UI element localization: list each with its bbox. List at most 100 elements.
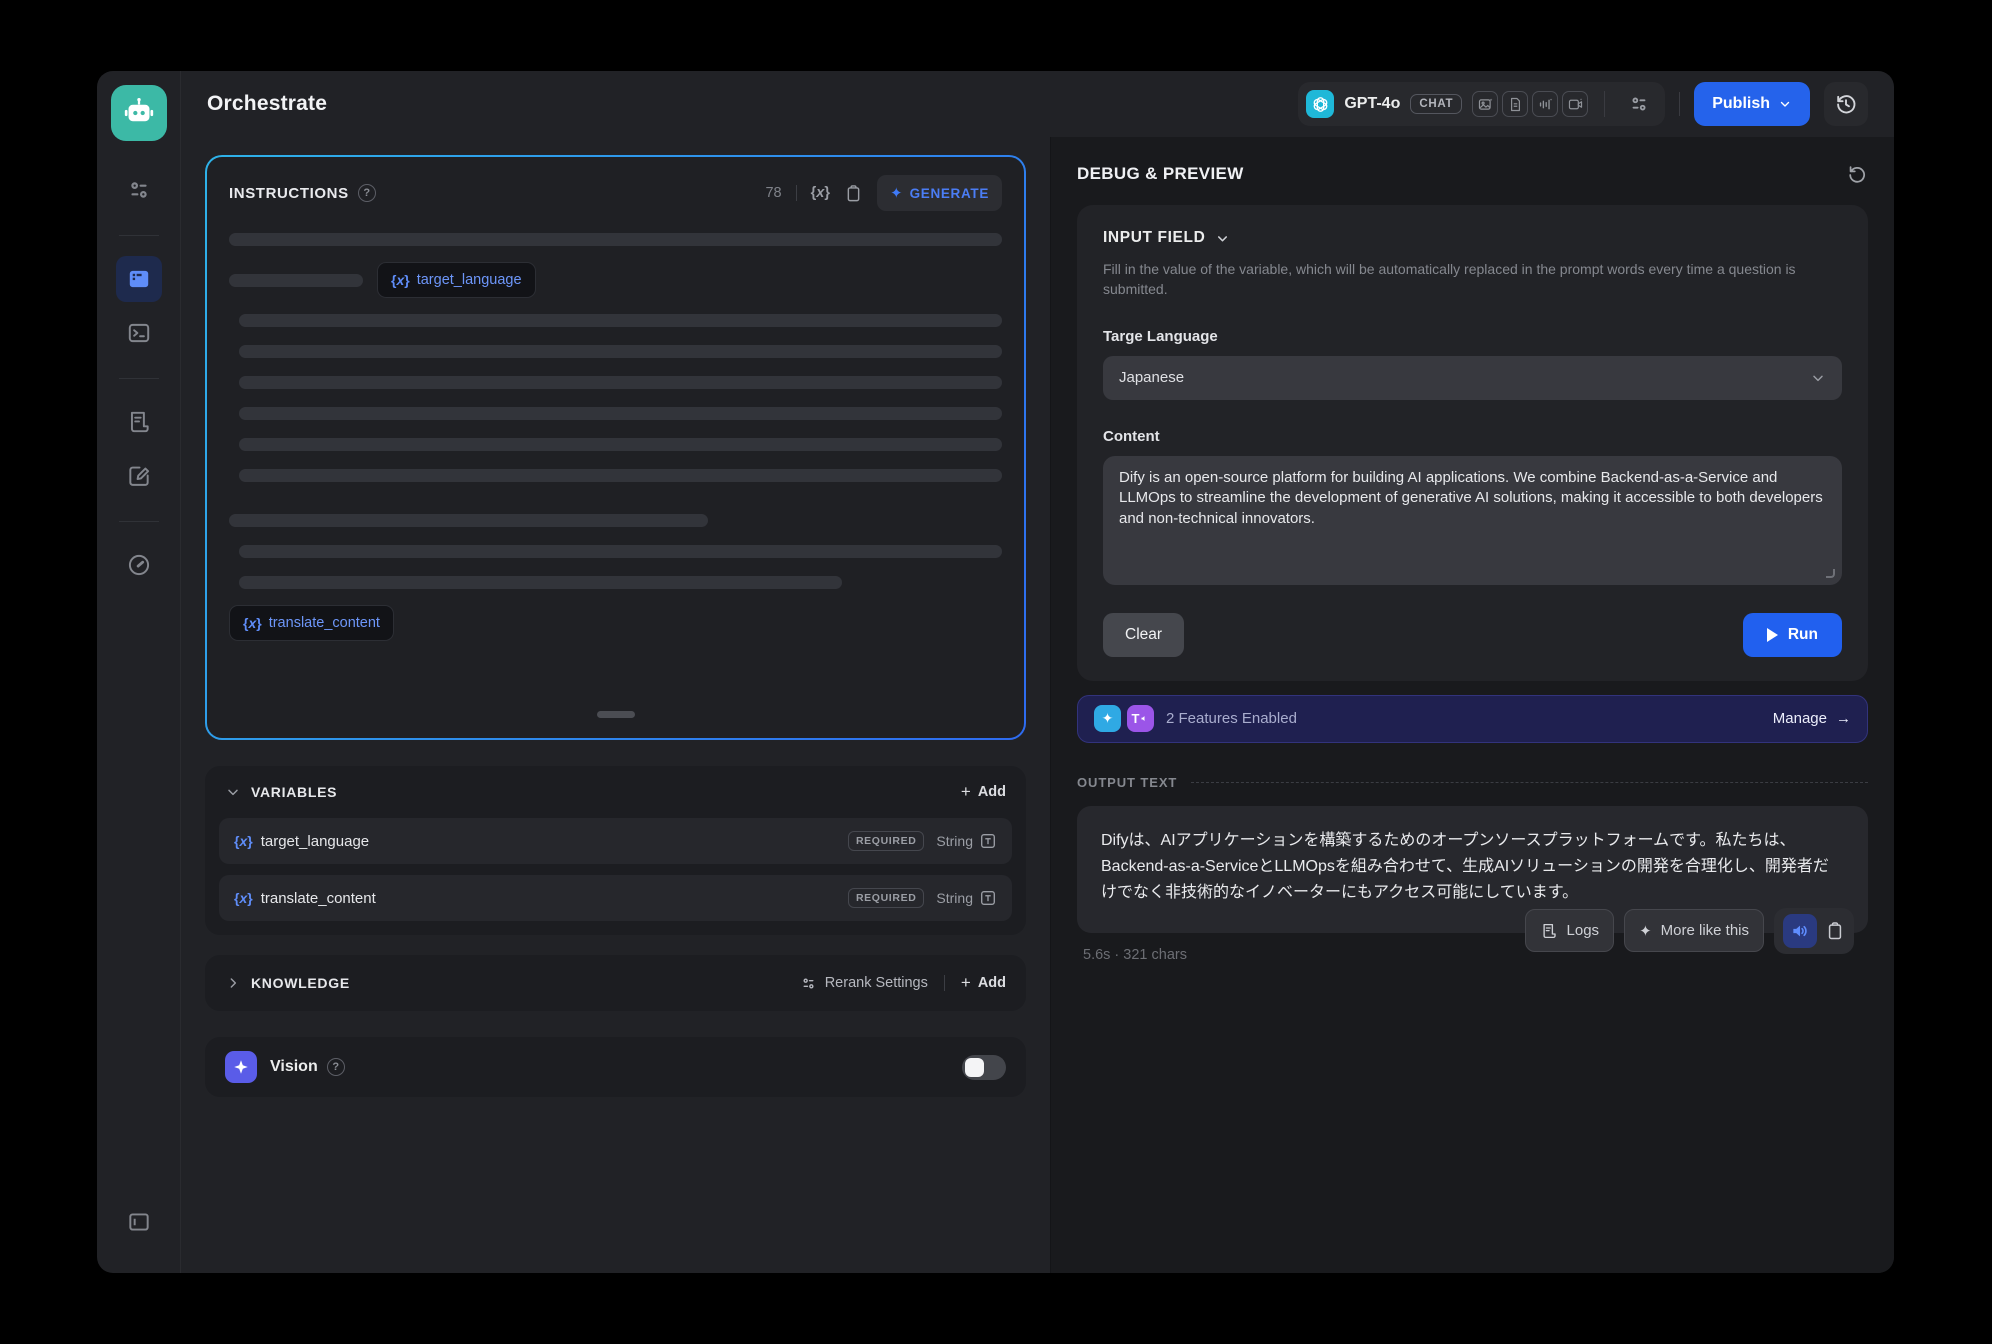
required-badge: REQUIRED bbox=[848, 888, 924, 908]
target-language-label: Targe Language bbox=[1103, 328, 1842, 345]
add-knowledge-button[interactable]: + Add bbox=[961, 973, 1006, 993]
variable-type: String bbox=[936, 833, 973, 849]
sidebar-item-orchestrate[interactable] bbox=[116, 256, 162, 302]
sidebar-item-monitoring[interactable] bbox=[116, 542, 162, 588]
history-button[interactable] bbox=[1824, 82, 1868, 126]
target-language-select[interactable]: Japanese bbox=[1103, 356, 1842, 400]
variable-row-target-language[interactable]: {x} target_language REQUIRED String bbox=[219, 818, 1012, 864]
more-like-this-button[interactable]: ✦ More like this bbox=[1624, 909, 1764, 952]
char-count: 78 bbox=[765, 185, 781, 201]
add-variable-button[interactable]: + Add bbox=[961, 782, 1006, 802]
logs-label: Logs bbox=[1567, 922, 1600, 939]
sidebar-collapse-button[interactable] bbox=[116, 1199, 162, 1245]
debug-pane: DEBUG & PREVIEW INPUT FIELD bbox=[1050, 137, 1894, 1273]
arrow-right-icon: → bbox=[1836, 710, 1851, 727]
manage-features-button[interactable]: Manage → bbox=[1773, 710, 1851, 727]
skeleton-line bbox=[239, 545, 1002, 558]
model-selector[interactable]: GPT-4o CHAT bbox=[1298, 82, 1665, 126]
output-text: Difyは、AIアプリケーションを構築するためのオープンソースプラットフォームで… bbox=[1101, 828, 1844, 907]
sliders-icon bbox=[126, 177, 152, 203]
sidebar-divider bbox=[119, 521, 159, 522]
clear-button[interactable]: Clear bbox=[1103, 613, 1184, 657]
openai-logo bbox=[1306, 90, 1334, 118]
sliders-icon bbox=[800, 975, 817, 992]
input-field-header[interactable]: INPUT FIELD bbox=[1103, 229, 1842, 247]
input-field-title: INPUT FIELD bbox=[1103, 229, 1205, 247]
more-like-this-label: More like this bbox=[1661, 922, 1749, 939]
insert-variable-button[interactable]: {x} bbox=[811, 185, 830, 201]
expand-knowledge-button[interactable] bbox=[225, 975, 241, 991]
variable-row-translate-content[interactable]: {x} translate_content REQUIRED String bbox=[219, 875, 1012, 921]
model-config-button[interactable] bbox=[1621, 86, 1657, 122]
sliders-icon bbox=[1628, 93, 1650, 115]
sparkle-icon: ✦ bbox=[890, 184, 903, 202]
skeleton-line bbox=[229, 233, 1002, 246]
clipboard-icon bbox=[844, 184, 863, 203]
chevron-down-icon bbox=[225, 784, 241, 800]
variables-title: VARIABLES bbox=[251, 784, 337, 800]
rerank-label: Rerank Settings bbox=[825, 975, 928, 991]
receipt-icon bbox=[126, 409, 152, 435]
model-capability-icons bbox=[1472, 91, 1588, 117]
add-label: Add bbox=[978, 784, 1006, 800]
content-label: Content bbox=[1103, 428, 1842, 445]
sidebar-item-logs[interactable] bbox=[116, 399, 162, 445]
rerank-settings-button[interactable]: Rerank Settings bbox=[800, 975, 928, 992]
copy-button[interactable] bbox=[844, 184, 863, 203]
variable-name: target_language bbox=[261, 833, 369, 850]
sparkle-icon: ✦ bbox=[1639, 922, 1652, 940]
sidebar-item-terminal[interactable] bbox=[116, 310, 162, 356]
run-button[interactable]: Run bbox=[1743, 613, 1842, 657]
logs-button[interactable]: Logs bbox=[1525, 909, 1615, 952]
features-bar[interactable]: ✦ T 2 Features Enabled Manage → bbox=[1077, 695, 1868, 743]
required-badge: REQUIRED bbox=[848, 831, 924, 851]
skeleton-line bbox=[229, 514, 708, 527]
variable-name: translate_content bbox=[261, 890, 376, 907]
divider bbox=[944, 975, 945, 991]
string-type-icon bbox=[979, 832, 997, 850]
vision-toggle[interactable] bbox=[962, 1055, 1006, 1080]
copy-output-button[interactable] bbox=[1825, 921, 1845, 941]
gauge-icon bbox=[126, 552, 152, 578]
play-icon bbox=[1767, 628, 1778, 642]
toolbar-divider bbox=[796, 185, 797, 201]
robot-icon bbox=[122, 96, 156, 130]
text-to-speech-button[interactable] bbox=[1783, 914, 1817, 948]
sidebar-item-settings[interactable] bbox=[116, 167, 162, 213]
generate-button[interactable]: ✦ GENERATE bbox=[877, 175, 1002, 211]
prompt-editor[interactable]: {x} target_language bbox=[207, 217, 1024, 738]
variable-chip-label: target_language bbox=[417, 272, 522, 288]
vision-title: Vision bbox=[270, 1058, 318, 1076]
help-icon[interactable]: ? bbox=[358, 184, 376, 202]
document-capability-icon bbox=[1502, 91, 1528, 117]
app-logo-robot[interactable] bbox=[111, 85, 167, 141]
resize-grip-icon[interactable] bbox=[1826, 569, 1835, 578]
skeleton-line bbox=[239, 469, 1002, 482]
header-divider bbox=[1679, 92, 1680, 116]
string-type-icon bbox=[979, 889, 997, 907]
instructions-panel: INSTRUCTIONS ? 78 {x} bbox=[205, 155, 1026, 740]
generate-label: GENERATE bbox=[910, 186, 989, 201]
publish-label: Publish bbox=[1712, 95, 1770, 113]
model-mode-badge: CHAT bbox=[1410, 94, 1462, 114]
input-field-description: Fill in the value of the variable, which… bbox=[1103, 259, 1842, 300]
speaker-icon bbox=[1790, 921, 1810, 941]
knowledge-title: KNOWLEDGE bbox=[251, 975, 350, 991]
top-bar: Orchestrate GPT-4o CHAT bbox=[181, 71, 1894, 137]
help-icon[interactable]: ? bbox=[327, 1058, 345, 1076]
variable-chip-translate-content[interactable]: {x} translate_content bbox=[229, 605, 394, 641]
skeleton-line bbox=[239, 407, 1002, 420]
sidebar-item-annotation[interactable] bbox=[116, 453, 162, 499]
publish-button[interactable]: Publish bbox=[1694, 82, 1810, 126]
more-like-this-feature-icon: ✦ bbox=[1094, 705, 1121, 732]
variable-chip-target-language[interactable]: {x} target_language bbox=[377, 262, 536, 298]
reset-icon bbox=[1846, 163, 1868, 185]
resize-handle[interactable] bbox=[597, 711, 635, 718]
content-input[interactable]: Dify is an open-source platform for buil… bbox=[1103, 456, 1842, 580]
run-label: Run bbox=[1788, 626, 1818, 644]
output-card: Difyは、AIアプリケーションを構築するためのオープンソースプラットフォームで… bbox=[1077, 806, 1868, 933]
restart-conversation-button[interactable] bbox=[1846, 163, 1868, 185]
knowledge-panel: KNOWLEDGE Rerank Settings bbox=[205, 955, 1026, 1011]
vision-capability-icon bbox=[1472, 91, 1498, 117]
collapse-variables-button[interactable] bbox=[225, 784, 241, 800]
